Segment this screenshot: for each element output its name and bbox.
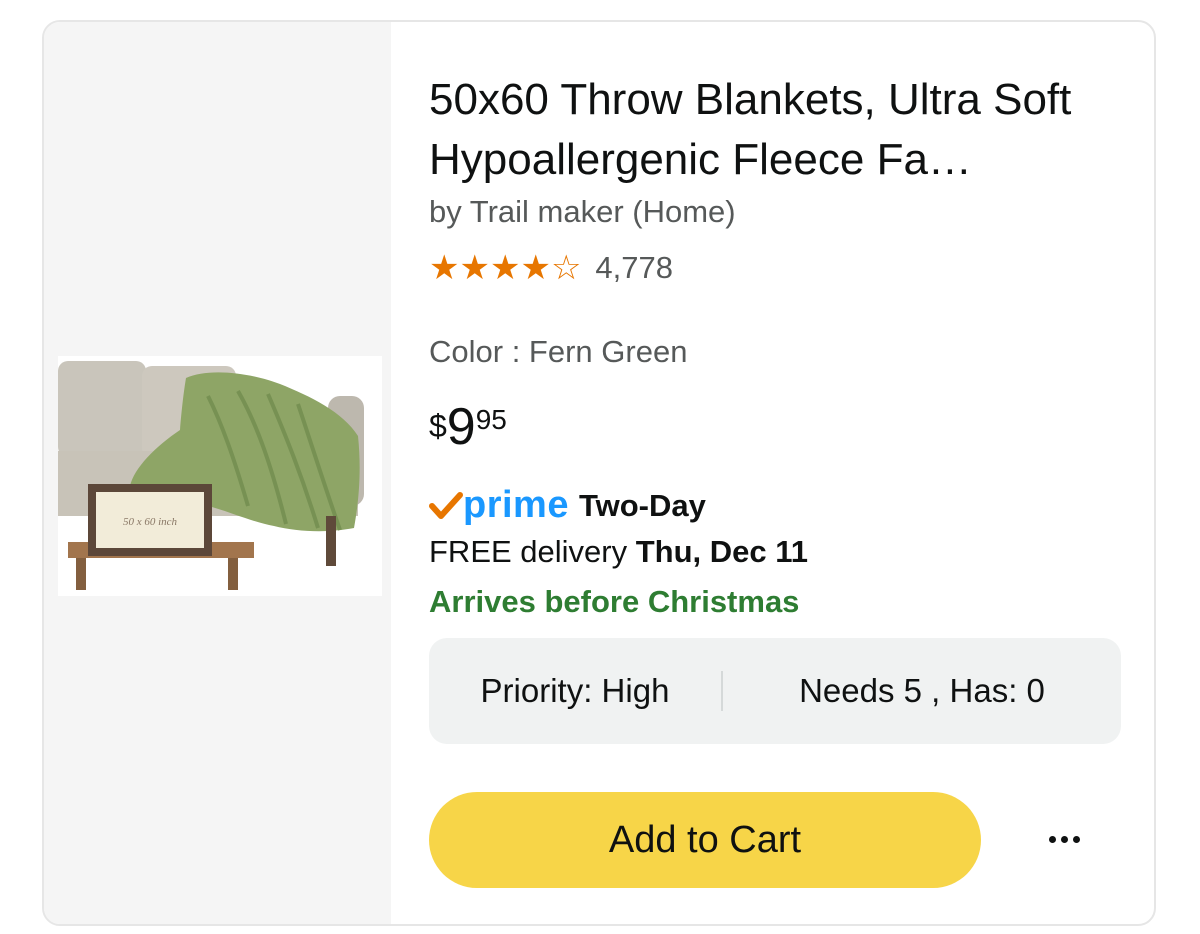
star-full-icon: ★ xyxy=(489,249,521,287)
product-title[interactable]: 50x60 Throw Blankets, Ultra Soft Hypoall… xyxy=(429,70,1129,190)
prime-label: prime xyxy=(463,484,569,526)
delivery-day: Thu, Dec 11 xyxy=(635,534,809,569)
delivery-speed: Two-Day xyxy=(578,487,706,523)
price-whole: 9 xyxy=(446,398,476,456)
product-image-panel[interactable]: 50 x 60 inch xyxy=(44,22,391,924)
more-options-button[interactable] xyxy=(1029,814,1099,864)
wishlist-info-panel[interactable]: Priority: High Needs 5 , Has: 0 xyxy=(429,638,1121,744)
add-to-cart-button[interactable]: Add to Cart xyxy=(429,792,981,888)
prime-check-icon xyxy=(429,491,463,519)
product-image[interactable]: 50 x 60 inch xyxy=(58,356,382,596)
image-size-label: 50 x 60 inch xyxy=(123,516,178,528)
priority-value[interactable]: Priority: High xyxy=(429,672,721,710)
star-rating: ★ ★ ★ ★ ☆ xyxy=(429,251,581,285)
product-variant: Color : Fern Green xyxy=(429,334,688,369)
star-full-icon: ★ xyxy=(459,249,490,287)
needs-has-value[interactable]: Needs 5 , Has: 0 xyxy=(723,672,1121,710)
more-horizontal-icon xyxy=(1048,835,1080,843)
delivery-prefix: FREE delivery xyxy=(429,534,628,569)
star-full-icon: ★ xyxy=(520,249,551,287)
rating-count[interactable]: 4,778 xyxy=(595,250,673,286)
product-price: $ 9 95 xyxy=(429,398,507,456)
price-symbol: $ xyxy=(429,408,447,444)
prime-logo: prime xyxy=(429,484,569,527)
wishlist-item-card: 50 x 60 inch 50x60 Throw Blankets, Ultra… xyxy=(42,20,1156,926)
prime-row: prime Two-Day xyxy=(429,484,706,527)
product-brand[interactable]: by Trail maker (Home) xyxy=(429,194,736,230)
price-fraction: 95 xyxy=(475,404,507,435)
star-full-icon: ★ xyxy=(429,249,460,287)
rating-row[interactable]: ★ ★ ★ ★ ☆ 4,778 xyxy=(429,250,673,286)
delivery-date: FREE delivery Thu, Dec 11 xyxy=(429,534,808,570)
arrival-note: Arrives before Christmas xyxy=(429,584,800,619)
star-empty-icon: ☆ xyxy=(550,249,582,287)
